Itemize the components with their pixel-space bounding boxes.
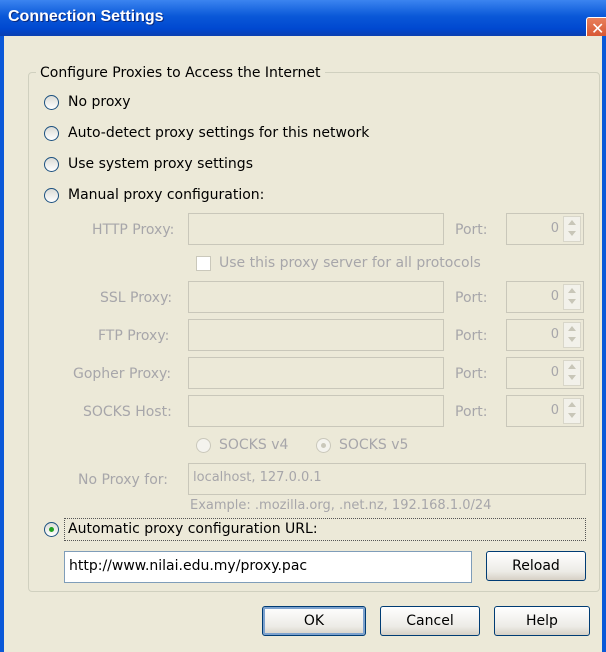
auto-detect-radio[interactable] (44, 126, 59, 141)
gopher-port-input[interactable]: 0 (506, 357, 584, 389)
system-proxy-label[interactable]: Use system proxy settings (68, 155, 253, 173)
socks-v4-label: SOCKS v4 (219, 437, 289, 453)
socks-v5-label: SOCKS v5 (339, 437, 409, 453)
http-port-label: Port: (455, 222, 488, 238)
http-proxy-label: HTTP Proxy: (92, 222, 175, 238)
gopher-port-label: Port: (455, 366, 488, 382)
auto-url-radio[interactable] (44, 522, 59, 537)
socks-v5-radio[interactable] (316, 438, 331, 453)
socks-port-input[interactable]: 0 (506, 395, 584, 427)
http-port-input[interactable]: 0 (506, 213, 584, 245)
spin-up-icon (568, 220, 576, 225)
spin-down-icon (568, 337, 576, 342)
ftp-proxy-input[interactable] (188, 319, 444, 351)
no-proxy-example: Example: .mozilla.org, .net.nz, 192.168.… (190, 498, 492, 513)
window-frame-right (602, 36, 606, 652)
no-proxy-label[interactable]: No proxy (68, 93, 131, 111)
spin-down-icon (568, 231, 576, 236)
spin-up-icon (568, 326, 576, 331)
spin-down-icon (568, 375, 576, 380)
no-proxy-radio[interactable] (44, 95, 59, 110)
http-proxy-input[interactable] (188, 213, 444, 245)
cancel-button[interactable]: Cancel (380, 606, 480, 636)
auto-url-value: http://www.nilai.edu.my/proxy.pac (69, 558, 308, 574)
spin-down-icon (568, 299, 576, 304)
ssl-port-spinner[interactable] (563, 284, 581, 310)
ok-button[interactable]: OK (262, 606, 366, 636)
ftp-port-label: Port: (455, 328, 488, 344)
no-proxy-for-input[interactable]: localhost, 127.0.0.1 (188, 463, 586, 495)
group-label: Configure Proxies to Access the Internet (36, 64, 325, 82)
socks-port-value: 0 (550, 403, 559, 418)
auto-url-input[interactable]: http://www.nilai.edu.my/proxy.pac (64, 551, 472, 583)
ssl-proxy-label: SSL Proxy: (100, 290, 173, 306)
gopher-port-spinner[interactable] (563, 360, 581, 386)
reload-button[interactable]: Reload (486, 551, 586, 581)
socks-host-label: SOCKS Host: (83, 404, 172, 420)
spin-up-icon (568, 364, 576, 369)
auto-detect-label[interactable]: Auto-detect proxy settings for this netw… (68, 124, 369, 142)
spin-up-icon (568, 288, 576, 293)
ftp-port-value: 0 (550, 327, 559, 342)
socks-v5-selected-dot (321, 443, 326, 448)
ssl-port-label: Port: (455, 290, 488, 306)
ftp-port-spinner[interactable] (563, 322, 581, 348)
ftp-proxy-label: FTP Proxy: (98, 328, 170, 344)
ftp-port-input[interactable]: 0 (506, 319, 584, 351)
auto-url-label[interactable]: Automatic proxy configuration URL: (68, 520, 318, 538)
system-proxy-radio[interactable] (44, 157, 59, 172)
socks-host-input[interactable] (188, 395, 444, 427)
socks-v4-radio[interactable] (196, 438, 211, 453)
use-for-all-checkbox[interactable] (196, 256, 211, 271)
http-port-value: 0 (550, 221, 559, 236)
gopher-proxy-input[interactable] (188, 357, 444, 389)
spin-down-icon (568, 413, 576, 418)
help-button[interactable]: Help (494, 606, 590, 636)
no-proxy-for-label: No Proxy for: (78, 472, 169, 488)
socks-port-label: Port: (455, 404, 488, 420)
ssl-proxy-input[interactable] (188, 281, 444, 313)
gopher-port-value: 0 (550, 365, 559, 380)
connection-settings-dialog: Connection Settings ✕ Configure Proxies … (0, 0, 606, 652)
spin-up-icon (568, 402, 576, 407)
ssl-port-value: 0 (550, 289, 559, 304)
window-title: Connection Settings (8, 8, 164, 25)
gopher-proxy-label: Gopher Proxy: (73, 366, 172, 382)
ssl-port-input[interactable]: 0 (506, 281, 584, 313)
title-bar[interactable]: Connection Settings ✕ (0, 0, 606, 43)
use-for-all-label: Use this proxy server for all protocols (219, 255, 481, 271)
auto-url-selected-dot (49, 527, 54, 532)
no-proxy-for-value: localhost, 127.0.0.1 (193, 470, 322, 485)
http-port-spinner[interactable] (563, 216, 581, 242)
manual-proxy-radio[interactable] (44, 188, 59, 203)
manual-proxy-label[interactable]: Manual proxy configuration: (68, 186, 264, 204)
socks-port-spinner[interactable] (563, 398, 581, 424)
